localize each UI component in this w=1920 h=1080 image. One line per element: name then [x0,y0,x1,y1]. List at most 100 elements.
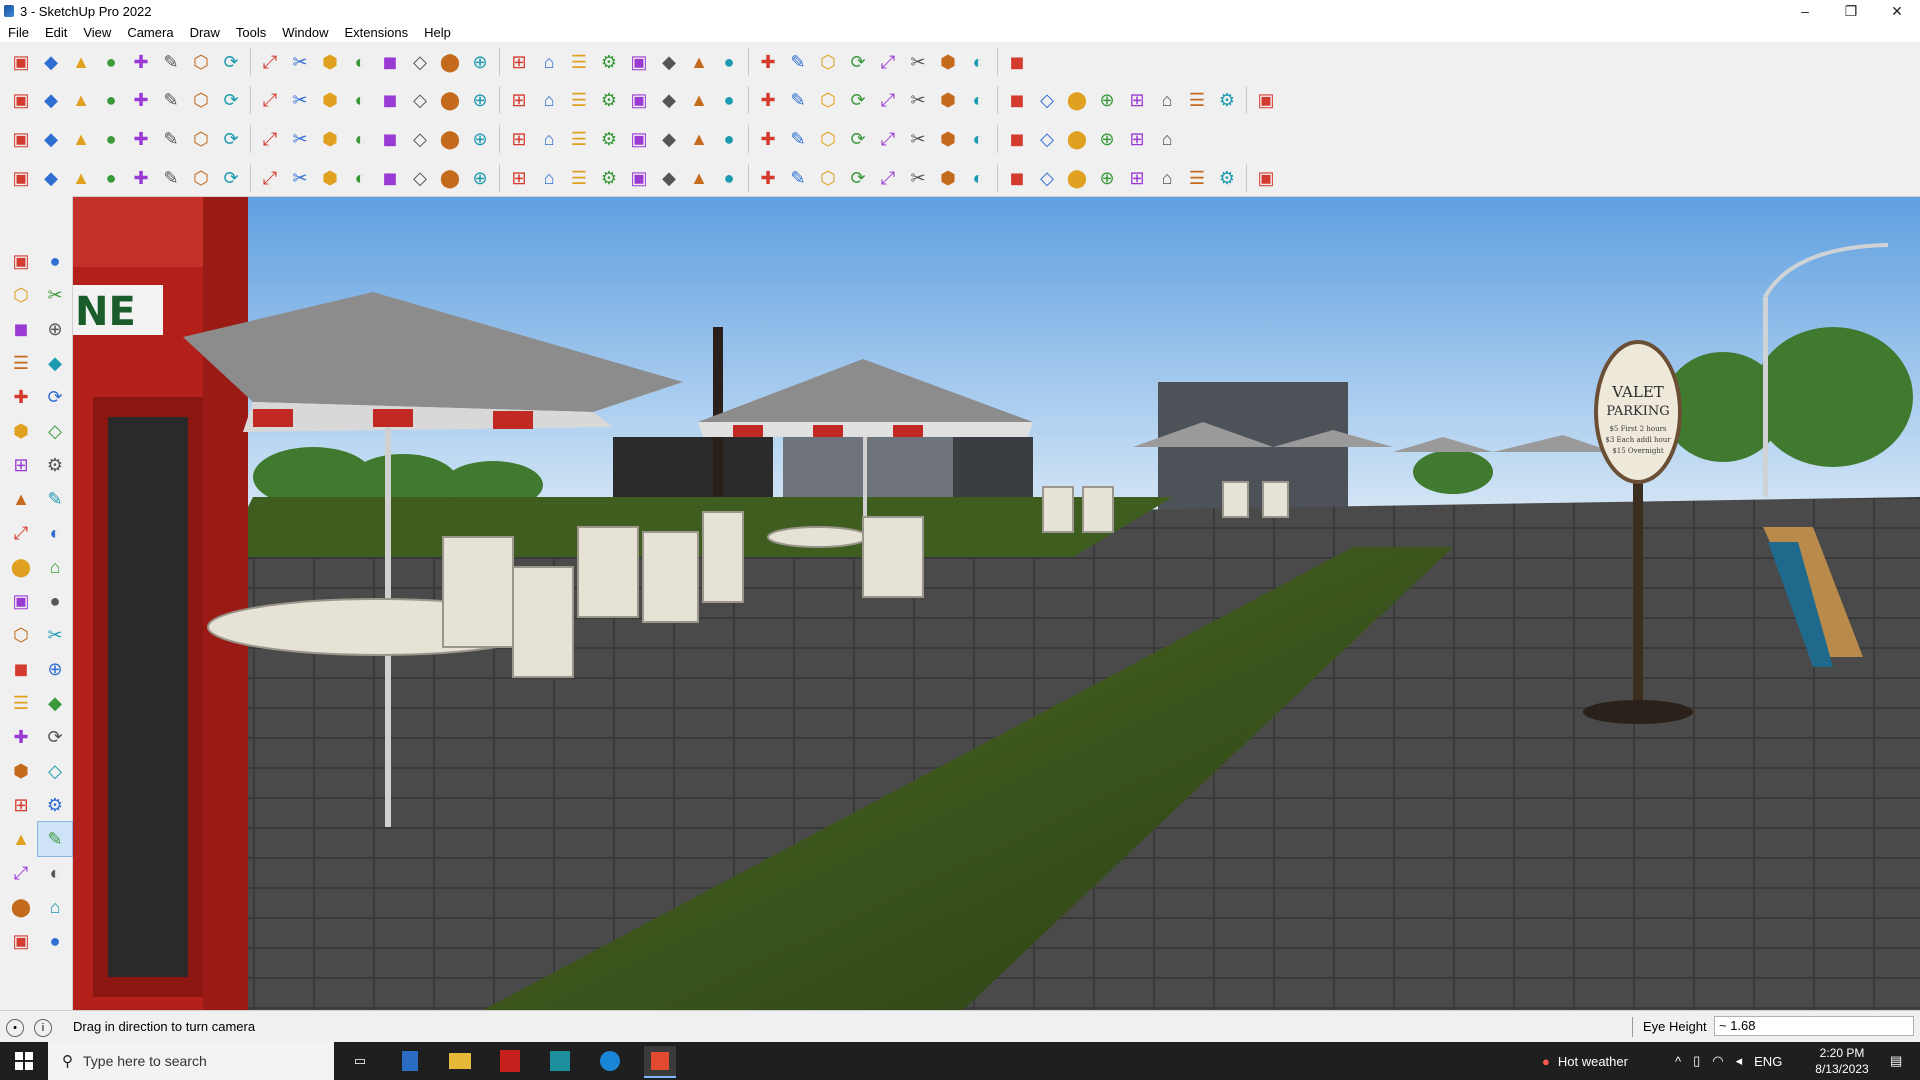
duplicate-icon[interactable]: ⤢ [874,124,902,154]
warehouse-icon[interactable]: ● [715,47,743,77]
panel-icon[interactable]: ✂ [286,124,314,154]
circle-tool-icon[interactable]: ⬢ [4,414,38,448]
grid-box-icon[interactable]: ⬤ [1063,124,1091,154]
circle-shape-icon[interactable]: ✎ [784,85,812,115]
3dsmax-icon[interactable] [544,1046,576,1076]
minimize-button[interactable]: – [1782,0,1828,22]
layers-icon[interactable]: ▣ [625,47,653,77]
menu-help[interactable]: Help [424,25,459,40]
split-icon[interactable]: ⬢ [316,85,344,115]
parallelogram-shape-icon[interactable]: ⤢ [874,85,902,115]
chevron-up-icon[interactable]: ^ [1675,1054,1681,1069]
arch-shape-icon[interactable]: ✂ [904,85,932,115]
tree-icon[interactable]: ✎ [784,124,812,154]
ellipse-shape-icon[interactable]: ⟳ [844,85,872,115]
menu-tools[interactable]: Tools [236,25,274,40]
3dtext-tool-icon[interactable]: ◆ [38,686,72,720]
pipe-icon[interactable]: ◐ [346,124,374,154]
desk-icon[interactable]: ⟳ [844,163,872,193]
text-tool-icon[interactable]: ⊕ [38,652,72,686]
zoom-extents-icon[interactable]: ▣ [7,47,35,77]
volume-icon[interactable]: ◂ [1736,1053,1743,1069]
restore-button[interactable]: ❐ [1828,0,1874,22]
orange-arc-icon[interactable]: ⬡ [187,124,215,154]
branches-icon[interactable]: ⬡ [814,163,842,193]
protractor-tool-icon[interactable]: ◼ [4,652,38,686]
task-view-icon[interactable]: ▭ [344,1046,376,1076]
menu-window[interactable]: Window [282,25,336,40]
subtract-icon[interactable]: ⤢ [256,85,284,115]
file-explorer-icon[interactable] [444,1046,476,1076]
line-icon[interactable]: ● [97,47,125,77]
arc-tool-icon[interactable]: ⊞ [4,448,38,482]
union-icon[interactable]: ⟳ [217,85,245,115]
slats-icon[interactable]: ☰ [565,163,593,193]
walk-tool-icon[interactable]: ⤢ [4,856,38,890]
calculator-app-icon[interactable] [394,1046,426,1076]
path-icon[interactable]: ◆ [37,163,65,193]
polyline-icon[interactable]: ◼ [376,124,404,154]
zoom-window-icon[interactable]: ⌂ [535,47,563,77]
fence-icon[interactable]: ⌂ [535,163,563,193]
component-tool-icon[interactable]: ◼ [4,312,38,346]
paper-icon[interactable]: ✎ [157,124,185,154]
geo-location-icon[interactable]: • [6,1019,24,1037]
grid-icon[interactable]: ⊕ [1093,85,1121,115]
top-view-icon[interactable]: ◆ [37,85,65,115]
bounding-box-icon[interactable]: ▣ [7,163,35,193]
spike-icon[interactable]: ⌂ [535,124,563,154]
curve-red-icon[interactable]: ◇ [406,163,434,193]
rect-shape-icon[interactable]: ✚ [754,85,782,115]
rectangle-tool-icon[interactable]: ✚ [4,380,38,414]
tines-icon[interactable]: ✎ [784,163,812,193]
gear-icon[interactable]: ✚ [127,163,155,193]
red-plane-icon[interactable]: ✚ [127,124,155,154]
loop-icon[interactable]: ◆ [655,124,683,154]
drawing-viewport[interactable]: NE VALET PARKING $5 First 2 hours $3 Eac… [73,197,1920,1010]
hexagon-shape-icon[interactable]: ⬡ [814,85,842,115]
arrow-left-icon[interactable]: ◆ [655,163,683,193]
move-tool-icon[interactable]: ⤢ [4,516,38,550]
red-loop-icon[interactable]: ✚ [754,124,782,154]
orbit-tool-icon[interactable]: ● [38,244,72,278]
menu-view[interactable]: View [83,25,119,40]
bucket-icon[interactable]: ☰ [1183,85,1211,115]
terrain-icon[interactable]: ⊕ [466,85,494,115]
sandbox-tool-icon[interactable]: ⬤ [4,890,38,924]
polygon-icon[interactable]: ◼ [1003,85,1031,115]
axes-tool-icon[interactable]: ☰ [4,686,38,720]
green-cross-icon[interactable]: ⬤ [436,124,464,154]
drop-icon[interactable]: ✚ [127,85,155,115]
notification-icon[interactable]: ▤ [1890,1042,1902,1080]
window-icon[interactable]: ◇ [1033,124,1061,154]
redo-icon[interactable]: ◐ [964,47,992,77]
green-plane-icon[interactable]: ● [97,124,125,154]
place-icon[interactable]: ⊞ [505,85,533,115]
blue-plane-icon[interactable]: ▣ [7,124,35,154]
section-icon[interactable]: ✂ [904,47,932,77]
column-icon[interactable]: ⊞ [505,163,533,193]
pencil-tag-icon[interactable]: ● [715,85,743,115]
vehicle-icon[interactable]: ▲ [67,163,95,193]
wifi-icon[interactable]: ◠ [1712,1053,1723,1069]
sparkle-icon[interactable]: ▲ [685,124,713,154]
cone-icon[interactable]: ⊞ [505,124,533,154]
mesh-icon[interactable]: ◇ [1033,163,1061,193]
drape-tool-icon[interactable]: ▣ [4,924,38,958]
zoom-tool-icon[interactable]: ⬢ [4,754,38,788]
orange-grid-icon[interactable]: ◼ [1003,124,1031,154]
zoom-icon[interactable]: ⊞ [505,47,533,77]
move-axis-icon[interactable]: ● [97,85,125,115]
section-cut-icon[interactable]: ◇ [406,85,434,115]
tape-measure-icon[interactable]: ◐ [346,47,374,77]
ribs-icon[interactable]: ⚙ [595,163,623,193]
taskbar-search[interactable]: ⚲ Type here to search [48,1042,334,1080]
building-icon[interactable]: ☰ [565,85,593,115]
grate-icon[interactable]: ◼ [1003,163,1031,193]
position-camera-icon[interactable]: ▲ [4,822,38,856]
freehand-tool-icon[interactable]: ◆ [38,346,72,380]
text-icon[interactable]: ◼ [376,47,404,77]
wall-icon[interactable]: ▣ [625,163,653,193]
tilt-icon[interactable]: ☰ [1183,163,1211,193]
move-group-icon[interactable]: ⬡ [814,124,842,154]
